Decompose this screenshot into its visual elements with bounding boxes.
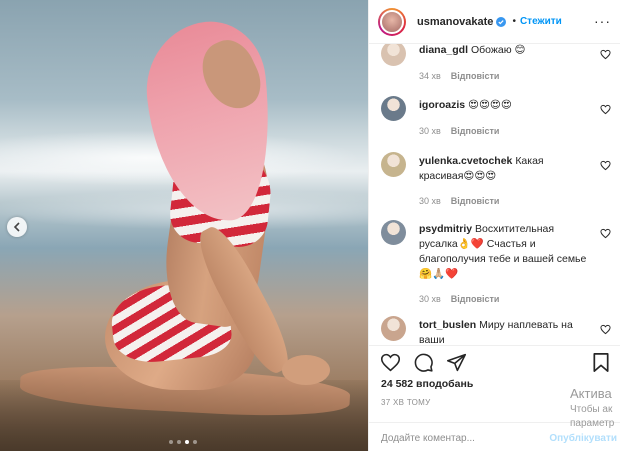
separator-dot: • (512, 16, 516, 27)
comments-list[interactable]: diana_gdl Обожаю 😊 34 хв Відповісти igoroaz… (369, 44, 620, 345)
comment-input[interactable] (381, 429, 546, 447)
comment-text: tort_buslen Миру наплевать на ваши (419, 318, 589, 345)
more-options-icon[interactable]: ··· (594, 13, 611, 29)
post-header: usmanovakate • Стежити ··· (369, 0, 620, 44)
comment-text: psydmitriy Восхитительная русалка👌❤️ Сча… (419, 222, 589, 282)
post-timestamp[interactable]: 37 ХВ ТОМУ (381, 398, 431, 407)
commenter-avatar[interactable] (381, 96, 406, 121)
watermark-line: параметр (570, 418, 615, 429)
comment-like-icon[interactable] (600, 49, 611, 60)
bookmark-icon[interactable] (591, 352, 611, 373)
reply-button[interactable]: Відповісти (451, 71, 500, 81)
reply-button[interactable]: Відповісти (451, 126, 500, 136)
comment-meta: 34 хв Відповісти (419, 71, 499, 81)
comment-like-icon[interactable] (600, 324, 611, 335)
comment-body: Обожаю 😊 (470, 44, 526, 56)
comment-time[interactable]: 30 хв (419, 126, 441, 136)
comment-meta: 30 хв Відповісти (419, 196, 499, 206)
comment-text: igoroazis 😍😍😍😍 (419, 98, 589, 113)
carousel-dot (185, 440, 189, 444)
comment-like-icon[interactable] (600, 160, 611, 171)
commenter-username[interactable]: igoroazis (419, 99, 465, 111)
carousel-prev-button[interactable] (7, 217, 27, 237)
follow-button[interactable]: Стежити (520, 16, 562, 27)
comment-time[interactable]: 34 хв (419, 71, 441, 81)
post-photo[interactable] (0, 0, 368, 451)
reply-button[interactable]: Відповісти (451, 196, 500, 206)
carousel-dot (169, 440, 173, 444)
author-avatar-image (380, 9, 404, 34)
watermark-line: Актива (570, 386, 612, 401)
commenter-avatar[interactable] (381, 152, 406, 177)
commenter-avatar[interactable] (381, 316, 406, 341)
comment-body: 😍😍😍😍 (468, 99, 512, 111)
comment-like-icon[interactable] (600, 228, 611, 239)
commenter-username[interactable]: yulenka.cvetochek (419, 155, 512, 167)
carousel-indicator (169, 440, 197, 444)
figure-hand (282, 355, 330, 385)
share-icon[interactable] (446, 352, 467, 373)
watermark-line: Чтобы ак (570, 404, 613, 415)
comment-text: yulenka.cvetochek Какая красивая😍😍😍 (419, 154, 589, 184)
comment-time[interactable]: 30 хв (419, 196, 441, 206)
commenter-username[interactable]: tort_buslen (419, 319, 476, 331)
post-side-panel: usmanovakate • Стежити ··· diana_gdl Обо… (368, 0, 620, 451)
verified-badge-icon (496, 16, 507, 27)
comment-time[interactable]: 30 хв (419, 294, 441, 304)
comment-text: diana_gdl Обожаю 😊 (419, 44, 589, 58)
author-username[interactable]: usmanovakate (417, 16, 493, 28)
carousel-dot (177, 440, 181, 444)
likes-count[interactable]: 24 582 вподобань (381, 378, 473, 390)
commenter-username[interactable]: diana_gdl (419, 44, 468, 56)
reply-button[interactable]: Відповісти (451, 294, 500, 304)
activation-watermark: Актива Чтобы ак параметр (570, 385, 614, 431)
publish-button[interactable]: Опублікувати (549, 433, 617, 444)
comment-meta: 30 хв Відповісти (419, 126, 499, 136)
author-avatar[interactable] (378, 7, 406, 36)
comment-meta: 30 хв Відповісти (419, 294, 499, 304)
commenter-username[interactable]: psydmitriy (419, 223, 472, 235)
commenter-avatar[interactable] (381, 44, 406, 66)
comment-like-icon[interactable] (600, 104, 611, 115)
chevron-left-icon (13, 222, 20, 232)
carousel-dot (193, 440, 197, 444)
commenter-avatar[interactable] (381, 220, 406, 245)
comment-icon[interactable] (413, 352, 434, 373)
like-icon[interactable] (380, 352, 401, 373)
